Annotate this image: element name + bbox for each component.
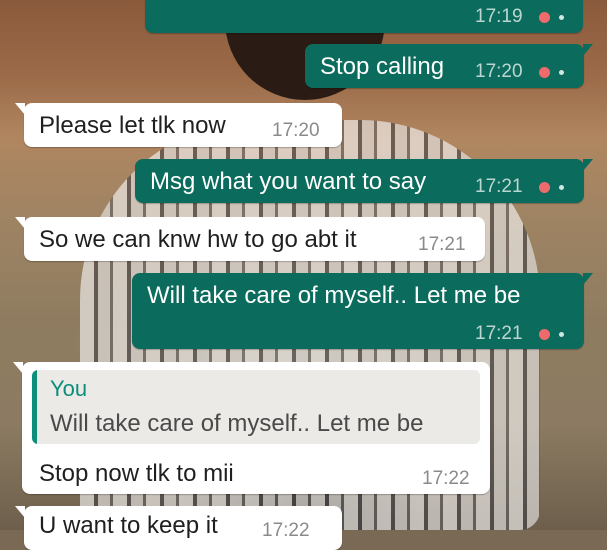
bubble-tail: [583, 273, 593, 285]
message-time: 17:20: [475, 61, 523, 82]
message-text: Stop calling: [320, 53, 445, 80]
message-text: U want to keep it: [39, 512, 218, 539]
bubble-tail: [15, 103, 25, 115]
message-text: Stop now tlk to mii: [39, 460, 234, 487]
message-time: 17:21: [475, 323, 523, 344]
message-bubble-outgoing[interactable]: Stop calling 17:20: [305, 44, 593, 88]
message-time: 17:19: [475, 6, 523, 27]
message-bubble-incoming[interactable]: U want to keep it 17:22: [15, 506, 342, 550]
double-check-icon: [539, 67, 565, 79]
message-text: Please let tlk now: [39, 112, 226, 139]
bubble-tail: [583, 44, 593, 56]
message-time: 17:21: [475, 176, 523, 197]
bubble-tail: [15, 217, 25, 229]
message-bubble-outgoing[interactable]: Will take care of myself.. Let me be 17:…: [132, 273, 593, 349]
message-bubble-outgoing[interactable]: 17:19: [145, 0, 583, 33]
message-bubble-incoming[interactable]: Please let tlk now 17:20: [15, 103, 342, 147]
message-text: Will take care of myself.. Let me be: [147, 282, 521, 309]
message-text: Msg what you want to say: [150, 168, 427, 195]
message-time: 17:21: [418, 234, 466, 255]
message-bubble-incoming[interactable]: You Will take care of myself.. Let me be…: [13, 362, 490, 494]
double-check-icon: [539, 182, 565, 194]
quoted-author: You: [50, 376, 88, 401]
double-check-icon: [539, 329, 565, 341]
bubble-tail: [15, 506, 25, 518]
message-text: So we can knw hw to go abt it: [39, 226, 357, 253]
bubble-tail: [583, 159, 593, 171]
message-time: 17:20: [272, 120, 320, 141]
message-time: 17:22: [422, 468, 470, 489]
double-check-icon: [539, 12, 565, 24]
bubble-tail: [13, 362, 23, 374]
message-time: 17:22: [262, 520, 310, 541]
quoted-text: Will take care of myself.. Let me be: [50, 410, 424, 437]
quote-accent-bar: [32, 370, 37, 444]
message-bubble-incoming[interactable]: So we can knw hw to go abt it 17:21: [15, 217, 485, 261]
message-bubble-outgoing[interactable]: Msg what you want to say 17:21: [135, 159, 593, 203]
quoted-message[interactable]: You Will take care of myself.. Let me be: [32, 370, 480, 444]
